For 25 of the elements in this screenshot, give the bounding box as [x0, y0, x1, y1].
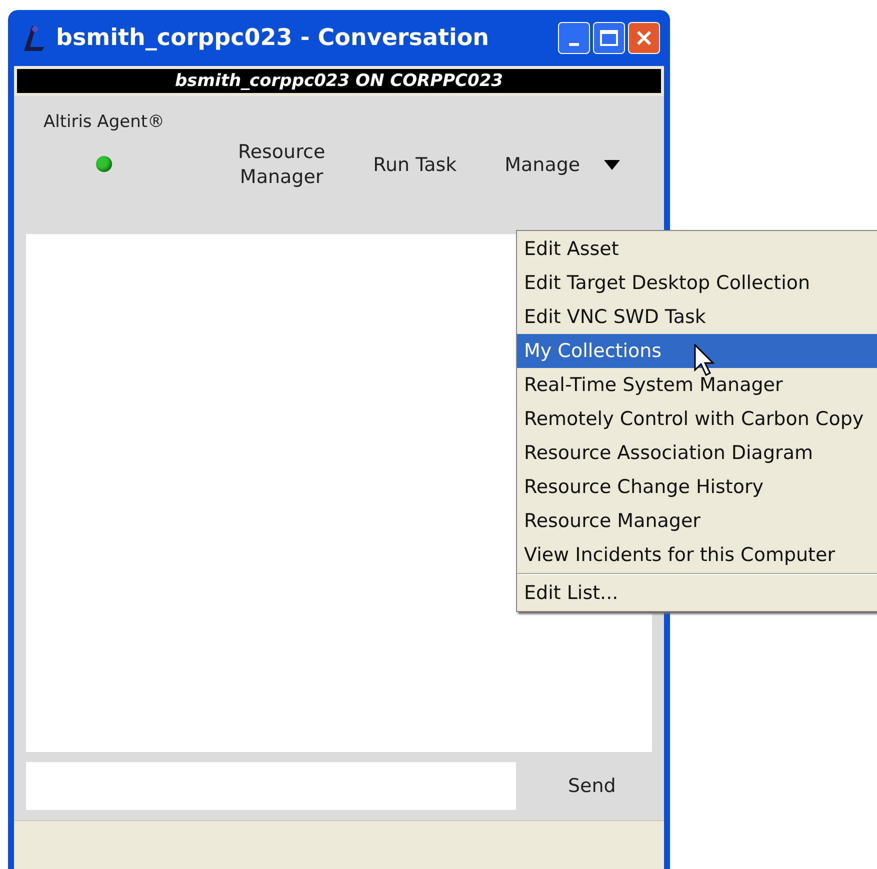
minimize-button[interactable]: [558, 22, 590, 54]
send-button[interactable]: Send: [560, 768, 624, 804]
agent-label: Altiris Agent®: [43, 111, 165, 134]
message-field[interactable]: [26, 762, 516, 810]
menu-item[interactable]: My Collections: [517, 334, 877, 368]
menu-item[interactable]: Real-Time System Manager: [517, 368, 877, 402]
mouse-pointer-icon: [694, 344, 716, 376]
toolbar-button[interactable]: Run Task: [369, 152, 461, 178]
window-title: bsmith_corppc023 - Conversation: [56, 24, 490, 53]
menu-item[interactable]: Remotely Control with Carbon Copy: [517, 402, 877, 436]
manage-menu-button[interactable]: Manage: [500, 152, 624, 178]
menu-item[interactable]: View Incidents for this Computer: [517, 538, 877, 572]
menu-item[interactable]: Edit Target Desktop Collection: [517, 266, 877, 300]
header-bar: bsmith_corppc023 ON CORPPC023: [17, 69, 661, 93]
menu-item[interactable]: Resource Change History: [517, 470, 877, 504]
menu-item[interactable]: Edit List...: [517, 576, 877, 610]
menu-item[interactable]: Edit VNC SWD Task: [517, 300, 877, 334]
close-button[interactable]: [628, 22, 660, 54]
menu-item[interactable]: Edit Asset: [517, 232, 877, 266]
menu-item[interactable]: Resource Manager: [517, 504, 877, 538]
maximize-button[interactable]: [593, 22, 625, 54]
toolbar-button[interactable]: Resource Manager: [234, 140, 330, 190]
caret-icon: [604, 160, 620, 170]
menu-item[interactable]: Resource Association Diagram: [517, 436, 877, 470]
close-icon: [635, 29, 653, 47]
